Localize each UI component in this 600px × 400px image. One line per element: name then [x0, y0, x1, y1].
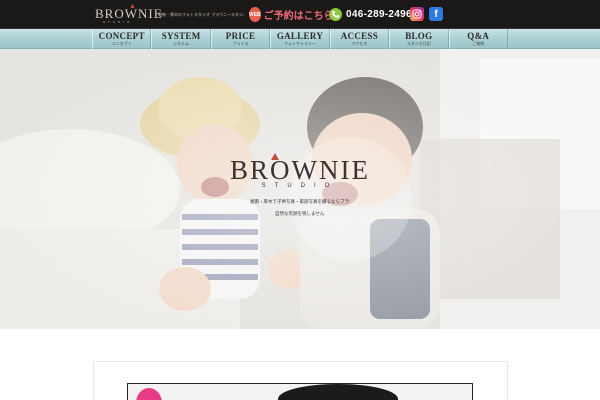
reserve-label: ご予約はこちら — [263, 11, 334, 22]
hero-logo-subtitle: STUDIO — [261, 183, 339, 189]
nav-sublabel: スタジオ日記 — [406, 40, 431, 46]
nav-item-blog[interactable]: BLOG スタジオ日記 — [389, 29, 449, 49]
nav-label: CONCEPT — [98, 30, 145, 41]
facebook-icon[interactable]: f — [429, 7, 443, 21]
nav-label: PRICE — [225, 30, 256, 41]
nav-sublabel: フォトギャラリー — [283, 40, 316, 46]
web-reserve-button[interactable]: WEB ご予約はこちら — [249, 6, 334, 23]
nav-label: ACCESS — [340, 30, 379, 41]
instagram-icon[interactable] — [410, 7, 424, 21]
nav-items: CONCEPT コンセプト SYSTEM システム PRICE プライス GAL… — [92, 29, 508, 49]
nav-label: BLOG — [405, 30, 433, 41]
nav-label: Q&A — [467, 30, 490, 41]
nav-sublabel: ご質問 — [472, 40, 485, 46]
nav-item-qa[interactable]: Q&A ご質問 — [448, 29, 508, 49]
nav-sublabel: コンセプト — [111, 40, 132, 46]
header-tagline: 湘南・厚木のフォトスタジオ ブラウニースタジオ — [158, 12, 244, 17]
logo-hat-icon: ▲ — [129, 2, 137, 10]
phone-link[interactable]: 046-289-2496 — [329, 6, 412, 23]
hero-logo: BROWNIE — [230, 155, 370, 185]
nav-item-access[interactable]: ACCESS アクセス — [329, 29, 390, 49]
nav-sublabel: プライス — [232, 40, 249, 46]
nav-item-gallery[interactable]: GALLERY フォトギャラリー — [270, 29, 330, 49]
hero-banner: BROWNIE STUDIO 湘南・厚木で子供写真・家族写真を撮るならブラウニー… — [0, 49, 600, 329]
nav-sublabel: システム — [173, 40, 190, 46]
nav-sublabel: アクセス — [351, 40, 368, 46]
nav-label: GALLERY — [276, 30, 324, 41]
hero-tagline: 湘南・厚木で子供写真・家族写真を撮るならブラウニースタジオへ — [250, 199, 350, 204]
web-reserve-icon: WEB — [249, 7, 261, 22]
featured-photo[interactable] — [127, 383, 473, 400]
hero-tagline-2: 自然な笑顔を残しませんか — [275, 211, 325, 216]
nav-item-concept[interactable]: CONCEPT コンセプト — [92, 29, 152, 49]
logo-subtitle: STUDIO — [103, 20, 133, 24]
hero-overlay — [0, 49, 600, 329]
pink-decoration — [136, 388, 162, 400]
phone-number: 046-289-2496 — [346, 9, 412, 20]
nav-label: SYSTEM — [161, 30, 201, 41]
phone-icon — [329, 8, 342, 21]
top-header-bar: BROWNIE ▲ STUDIO 湘南・厚木のフォトスタジオ ブラウニースタジオ… — [0, 0, 600, 29]
nav-item-system[interactable]: SYSTEM システム — [151, 29, 211, 49]
nav-item-price[interactable]: PRICE プライス — [210, 29, 271, 49]
photo-subject — [278, 384, 398, 400]
main-nav: CONCEPT コンセプト SYSTEM システム PRICE プライス GAL… — [0, 29, 600, 49]
